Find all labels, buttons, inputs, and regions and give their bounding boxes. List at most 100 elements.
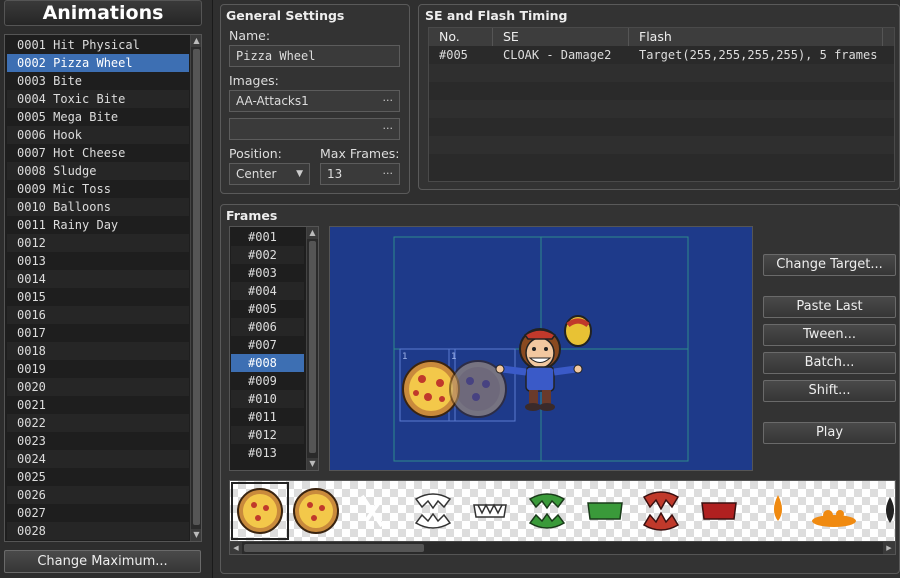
position-label: Position: <box>229 146 282 161</box>
play-button[interactable]: Play <box>763 422 896 444</box>
animation-list-item[interactable]: 0025 <box>7 468 189 486</box>
table-row[interactable] <box>429 154 894 172</box>
scroll-thumb[interactable] <box>244 544 424 552</box>
shift-button[interactable]: Shift... <box>763 380 896 402</box>
scroll-thumb[interactable] <box>193 49 200 525</box>
orange-drop-cell-icon[interactable] <box>774 495 782 521</box>
animation-list-item[interactable]: 0012 <box>7 234 189 252</box>
animation-list-item[interactable]: 0008 Sludge <box>7 162 189 180</box>
scroll-up-icon[interactable]: ▲ <box>191 35 201 47</box>
frame-list-item[interactable]: #012 <box>231 426 304 444</box>
table-row[interactable] <box>429 118 894 136</box>
browse-icon[interactable]: ··· <box>383 119 394 139</box>
scroll-thumb[interactable] <box>309 241 316 453</box>
animation-list-item[interactable]: 0005 Mega Bite <box>7 108 189 126</box>
animation-list-item[interactable]: 0024 <box>7 450 189 468</box>
scroll-right-icon[interactable]: ▶ <box>883 542 895 554</box>
frame-list-item[interactable]: #001 <box>231 228 304 246</box>
green-fangs-cell-icon[interactable] <box>528 493 566 529</box>
animation-canvas[interactable]: 1 1 <box>329 226 753 471</box>
animation-list-item[interactable]: 0009 Mic Toss <box>7 180 189 198</box>
animation-list-item[interactable]: 0027 <box>7 504 189 522</box>
max-frames-value: 13 <box>327 167 343 181</box>
frame-list-item[interactable]: #006 <box>231 318 304 336</box>
frame-list-item[interactable]: #009 <box>231 372 304 390</box>
frame-list-item[interactable]: #011 <box>231 408 304 426</box>
animation-list-item[interactable]: 0004 Toxic Bite <box>7 90 189 108</box>
animation-list-item[interactable]: 0021 <box>7 396 189 414</box>
animation-list-item[interactable]: 0013 <box>7 252 189 270</box>
scroll-down-icon[interactable]: ▼ <box>307 458 318 470</box>
scroll-left-icon[interactable]: ◀ <box>230 542 242 554</box>
change-maximum-button[interactable]: Change Maximum... <box>4 550 201 573</box>
browse-icon[interactable]: ··· <box>383 91 394 111</box>
cell-number-label: 1 <box>451 352 457 362</box>
frame-list-item[interactable]: #013 <box>231 444 304 462</box>
se-flash-table[interactable]: No. SE Flash #005 CLOAK - Damage2 Target(2… <box>428 27 895 182</box>
animations-list[interactable]: 0001 Hit Physical 0002 Pizza Wheel 0003 Bi… <box>4 34 202 542</box>
browse-icon[interactable]: ··· <box>383 164 394 184</box>
batch-button[interactable]: Batch... <box>763 352 896 374</box>
animation-list-item[interactable]: 0015 <box>7 288 189 306</box>
orange-splash-cell-icon[interactable] <box>812 510 856 527</box>
position-select[interactable]: Center ▼ <box>229 163 310 185</box>
frame-list-item[interactable]: #002 <box>231 246 304 264</box>
table-row[interactable] <box>429 64 894 82</box>
animation-list-item[interactable]: 0028 <box>7 522 189 540</box>
frame-list-item[interactable]: #010 <box>231 390 304 408</box>
paste-last-button[interactable]: Paste Last <box>763 296 896 318</box>
animation-list-item[interactable]: 0006 Hook <box>7 126 189 144</box>
animations-scrollbar[interactable]: ▲ ▼ <box>190 35 201 541</box>
frame-list-item[interactable]: #005 <box>231 300 304 318</box>
tween-button[interactable]: Tween... <box>763 324 896 346</box>
animation-list-item[interactable]: 0020 <box>7 378 189 396</box>
animation-list-item[interactable]: 0003 Bite <box>7 72 189 90</box>
table-cell-no: #005 <box>439 48 468 62</box>
frame-scrollbar[interactable]: ▲ ▼ <box>306 227 318 470</box>
name-input[interactable]: Pizza Wheel <box>229 45 400 67</box>
animation-list-item[interactable]: 0002 Pizza Wheel <box>7 54 189 72</box>
animation-list-item[interactable]: 0022 <box>7 414 189 432</box>
animation-list-item[interactable]: 0014 <box>7 270 189 288</box>
animation-list-item[interactable]: 0018 <box>7 342 189 360</box>
animation-list-item[interactable]: 0010 Balloons <box>7 198 189 216</box>
pizza-cell-icon[interactable] <box>293 488 339 534</box>
slash-cell-icon[interactable] <box>360 494 384 528</box>
frame-list-item[interactable]: #007 <box>231 336 304 354</box>
cell-strip-scrollbar[interactable]: ◀ ▶ <box>230 541 895 554</box>
animation-list-item[interactable]: 0017 <box>7 324 189 342</box>
image2-field[interactable]: ··· <box>229 118 400 140</box>
frame-list-item[interactable]: #003 <box>231 264 304 282</box>
frame-list-item[interactable]: #008 <box>231 354 304 372</box>
animation-list-item[interactable]: 0011 Rainy Day <box>7 216 189 234</box>
column-header-no[interactable]: No. <box>429 28 493 46</box>
column-header-se[interactable]: SE <box>493 28 629 46</box>
pizza-cell-icon[interactable] <box>237 488 283 534</box>
change-target-button[interactable]: Change Target... <box>763 254 896 276</box>
table-row[interactable] <box>429 136 894 154</box>
scroll-down-icon[interactable]: ▼ <box>191 529 201 541</box>
animation-list-item[interactable]: 0007 Hot Cheese <box>7 144 189 162</box>
table-row[interactable]: #005 CLOAK - Damage2 Target(255,255,255,25… <box>429 46 894 64</box>
column-header-flash[interactable]: Flash <box>629 28 883 46</box>
animation-list-item[interactable]: 0023 <box>7 432 189 450</box>
max-frames-field[interactable]: 13 ··· <box>320 163 400 185</box>
red-jaw-cell-icon[interactable] <box>701 502 737 520</box>
animation-list-item[interactable]: 0001 Hit Physical <box>7 36 189 54</box>
animation-list-item[interactable]: 0016 <box>7 306 189 324</box>
white-jaw-cell-icon[interactable] <box>473 503 507 518</box>
dark-drop-cell-icon[interactable] <box>886 497 894 523</box>
se-flash-title: SE and Flash Timing <box>425 8 568 23</box>
frame-list[interactable]: #001 #002 #003 #004 #005 #006 #007 #008 #009 #010… <box>229 226 319 471</box>
image1-field[interactable]: AA-Attacks1 ··· <box>229 90 400 112</box>
white-fangs-cell-icon[interactable] <box>414 493 452 529</box>
cell-number-label: 1 <box>402 352 408 362</box>
scroll-up-icon[interactable]: ▲ <box>307 227 318 239</box>
animation-list-item[interactable]: 0019 <box>7 360 189 378</box>
red-fangs-cell-icon[interactable] <box>642 491 680 531</box>
frame-list-item[interactable]: #004 <box>231 282 304 300</box>
animation-list-item[interactable]: 0026 <box>7 486 189 504</box>
table-row[interactable] <box>429 100 894 118</box>
green-jaw-cell-icon[interactable] <box>587 502 623 520</box>
table-row[interactable] <box>429 82 894 100</box>
